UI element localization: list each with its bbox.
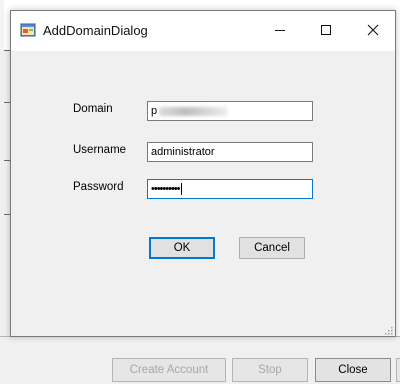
ok-button[interactable]: OK — [149, 237, 215, 259]
background-window-panel — [0, 50, 10, 340]
username-field[interactable]: administrator — [147, 142, 313, 162]
dialog-close-button[interactable] — [351, 11, 395, 51]
domain-label: Domain — [73, 103, 113, 115]
stop-button[interactable]: Stop — [232, 358, 308, 382]
password-label: Password — [73, 181, 124, 193]
minimize-button[interactable] — [258, 11, 302, 51]
create-account-button[interactable]: Create Account — [112, 358, 226, 382]
maximize-icon — [320, 24, 332, 39]
dialog-titlebar[interactable]: AddDomainDialog — [11, 11, 395, 51]
close-icon — [367, 24, 379, 39]
username-label: Username — [73, 144, 127, 156]
add-domain-dialog: AddDomainDialog Domain p Username admini… — [10, 10, 396, 337]
dialog-title: AddDomainDialog — [43, 23, 148, 38]
close-button[interactable]: Close — [315, 358, 391, 382]
cancel-button[interactable]: Cancel — [239, 237, 305, 259]
background-window-edge — [0, 0, 4, 50]
dialog-body: Domain p Username administrator Password… — [11, 51, 395, 336]
domain-field[interactable]: p — [147, 101, 313, 121]
username-value: administrator — [151, 146, 215, 158]
domain-value: p — [151, 105, 158, 117]
password-field[interactable]: •••••••••• — [147, 179, 313, 199]
minimize-icon — [274, 24, 286, 39]
maximize-button[interactable] — [304, 11, 348, 51]
password-value: •••••••••• — [151, 183, 180, 195]
resize-grip-icon[interactable] — [383, 324, 393, 335]
redacted-blur — [159, 106, 228, 116]
background-button-partial[interactable] — [396, 358, 400, 382]
app-form-icon — [20, 22, 36, 38]
text-caret — [180, 183, 182, 196]
